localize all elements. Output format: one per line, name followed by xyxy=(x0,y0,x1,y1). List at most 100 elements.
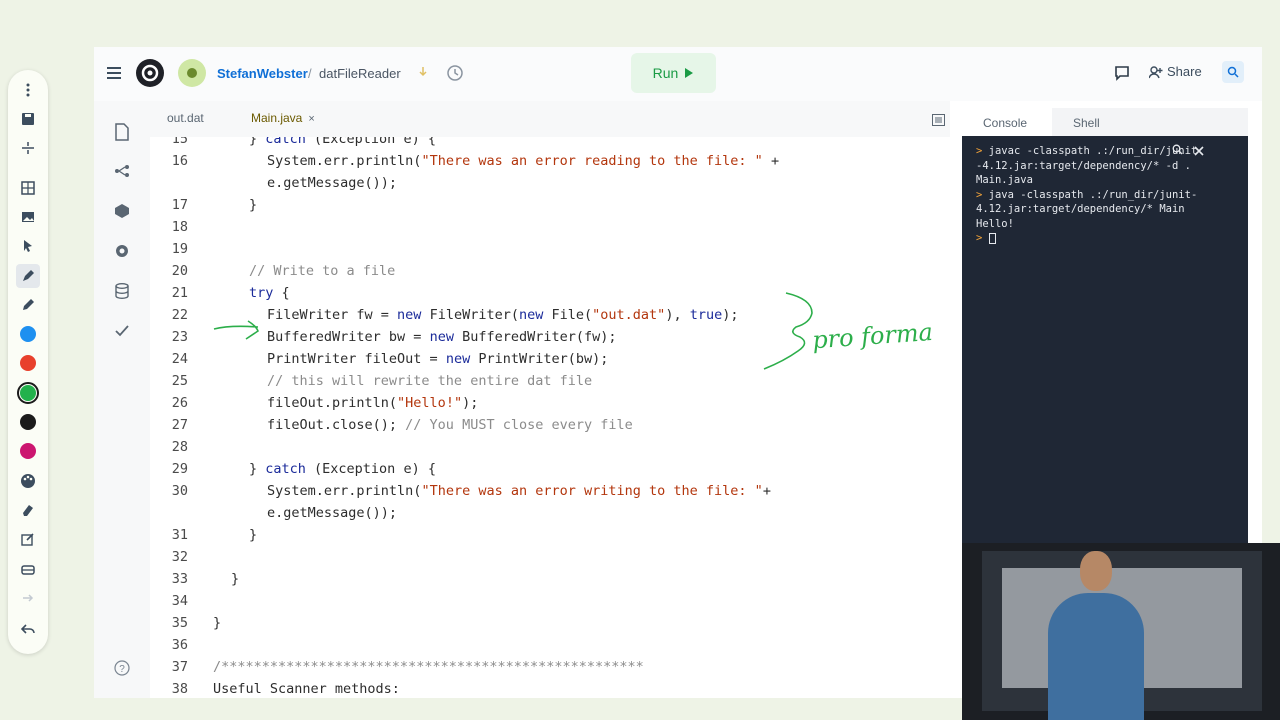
webcam-overlay xyxy=(962,543,1280,720)
line-number: 22 xyxy=(171,307,188,323)
search-icon[interactable] xyxy=(1222,61,1244,83)
database-icon[interactable] xyxy=(113,282,131,300)
chat-icon[interactable] xyxy=(1114,65,1130,81)
marker-icon[interactable] xyxy=(16,293,40,317)
code-line[interactable]: 32 xyxy=(150,546,950,568)
edit-icon[interactable] xyxy=(16,527,40,551)
code-line[interactable]: 16 System.err.println("There was an error… xyxy=(150,150,950,172)
cursor xyxy=(988,232,996,244)
code-line[interactable]: 19 xyxy=(150,238,950,260)
image-icon[interactable] xyxy=(16,205,40,229)
code-text: // Write to a file xyxy=(249,263,396,279)
code-line[interactable]: 35} xyxy=(150,612,950,634)
line-number: 31 xyxy=(171,527,188,543)
console-clear-icon[interactable] xyxy=(1194,143,1204,161)
line-number: 26 xyxy=(171,395,188,411)
eraser-icon[interactable] xyxy=(16,498,40,522)
color-green[interactable] xyxy=(16,381,40,405)
code-line[interactable]: 29 } catch (Exception e) { xyxy=(150,458,950,480)
code-text: Useful Scanner methods: xyxy=(213,681,400,697)
code-line[interactable]: 20 // Write to a file xyxy=(150,260,950,282)
menu-icon[interactable] xyxy=(104,63,126,85)
annotation-text: pro forma xyxy=(811,318,933,354)
top-bar: StefanWebster / datFileReader Run Share xyxy=(94,47,1262,101)
presenter-head xyxy=(1080,551,1112,591)
clear-icon[interactable] xyxy=(16,557,40,581)
line-number: 34 xyxy=(171,593,188,609)
color-swatch-black[interactable] xyxy=(20,414,36,430)
side-rail: ? xyxy=(94,101,150,698)
presenter-body xyxy=(1048,593,1144,720)
line-number: 24 xyxy=(171,351,188,367)
color-swatch-blue[interactable] xyxy=(20,326,36,342)
pointer-icon[interactable] xyxy=(16,234,40,258)
color-swatch-green[interactable] xyxy=(17,382,39,404)
share-button[interactable]: Share xyxy=(1149,64,1202,79)
console-prompt-line[interactable]: > xyxy=(976,231,1238,246)
project-name[interactable]: datFileReader xyxy=(319,66,401,81)
code-line[interactable]: 30 System.err.println("There was an error… xyxy=(150,480,950,502)
code-text: } catch (Exception e) { xyxy=(249,461,436,477)
play-icon xyxy=(685,68,694,78)
more-icon[interactable] xyxy=(16,78,40,102)
code-line[interactable]: e.getMessage()); xyxy=(150,502,950,524)
outline-icon[interactable] xyxy=(932,113,945,131)
color-blue[interactable] xyxy=(16,322,40,346)
code-line[interactable]: 37 /*************************************… xyxy=(150,656,950,678)
tab-main-java-label: Main.java xyxy=(251,111,303,125)
tab-main-java[interactable]: Main.java × xyxy=(251,111,315,125)
palette-icon[interactable] xyxy=(16,469,40,493)
code-text: e.getMessage()); xyxy=(267,175,398,191)
color-black[interactable] xyxy=(16,410,40,434)
code-line[interactable]: 36 xyxy=(150,634,950,656)
code-line[interactable]: 28 xyxy=(150,436,950,458)
code-line[interactable]: 31} xyxy=(150,524,950,546)
code-line[interactable]: e.getMessage()); xyxy=(150,172,950,194)
undo-icon[interactable] xyxy=(16,617,40,641)
color-swatch-magenta[interactable] xyxy=(20,443,36,459)
color-red[interactable] xyxy=(16,351,40,375)
tab-console[interactable]: Console xyxy=(983,116,1027,130)
git-icon[interactable] xyxy=(113,162,131,180)
code-text: } xyxy=(213,615,222,631)
run-button[interactable]: Run xyxy=(631,53,716,93)
color-swatch-red[interactable] xyxy=(20,355,36,371)
code-line[interactable]: 33} xyxy=(150,568,950,590)
console-search-icon[interactable] xyxy=(1172,144,1183,158)
line-number: 15 xyxy=(171,137,188,147)
code-line[interactable]: 34 xyxy=(150,590,950,612)
code-text: e.getMessage()); xyxy=(267,505,398,521)
tab-shell[interactable]: Shell xyxy=(1073,116,1100,130)
code-text: } xyxy=(231,571,240,587)
code-line[interactable]: 26 fileOut.println("Hello!"); xyxy=(150,392,950,414)
console-output[interactable]: > javac -classpath .:/run_dir/junit -4.1… xyxy=(962,136,1248,544)
line-number: 35 xyxy=(171,615,188,631)
packages-icon[interactable] xyxy=(113,202,131,220)
resize-icon[interactable] xyxy=(16,136,40,160)
tab-out-dat[interactable]: out.dat xyxy=(167,111,204,125)
avatar[interactable] xyxy=(178,59,206,87)
save-icon[interactable] xyxy=(16,107,40,131)
close-icon[interactable]: × xyxy=(308,113,314,125)
code-line[interactable]: 17} xyxy=(150,194,950,216)
code-editor[interactable]: 15} catch (Exception e) {16 System.err.pr… xyxy=(150,137,950,698)
color-magenta[interactable] xyxy=(16,439,40,463)
code-line[interactable]: 38 Useful Scanner methods: xyxy=(150,678,950,698)
files-icon[interactable] xyxy=(113,123,131,141)
grid-icon[interactable] xyxy=(16,176,40,200)
line-number: 29 xyxy=(171,461,188,477)
code-line[interactable]: 27 fileOut.close(); // You MUST close eve… xyxy=(150,414,950,436)
replit-logo[interactable] xyxy=(136,59,164,87)
code-line[interactable]: 18 xyxy=(150,216,950,238)
pen-icon[interactable] xyxy=(16,264,40,288)
editor-tabs: out.dat Main.java × xyxy=(150,101,950,137)
help-icon[interactable]: ? xyxy=(113,659,131,677)
gear-icon[interactable] xyxy=(113,242,131,260)
redo-icon[interactable] xyxy=(16,586,40,610)
history-icon[interactable] xyxy=(446,64,464,87)
check-icon[interactable] xyxy=(113,322,131,340)
line-number: 19 xyxy=(171,241,188,257)
username-link[interactable]: StefanWebster xyxy=(217,66,308,81)
code-line[interactable]: 15} catch (Exception e) { xyxy=(150,137,950,150)
line-number: 33 xyxy=(171,571,188,587)
